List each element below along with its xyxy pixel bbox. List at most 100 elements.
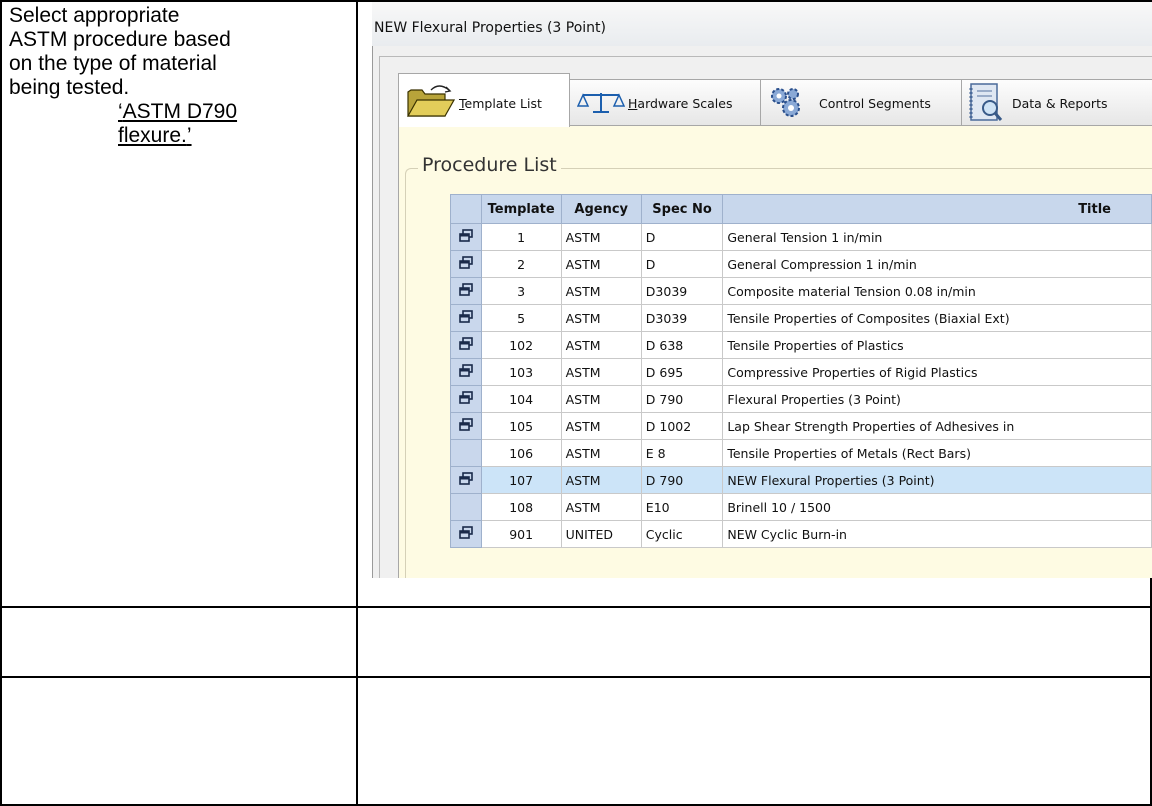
row-selector[interactable] — [450, 493, 482, 521]
table-row[interactable]: 105 ASTM D 1002 Lap Shear Strength Properti… — [450, 412, 1152, 440]
reference-line-1: ASTM D790 — [122, 100, 238, 123]
cell-title[interactable]: Tensile Properties of Plastics — [722, 331, 1152, 359]
table-row[interactable]: 106 ASTM E 8 Tensile Properties of Metals (… — [450, 439, 1152, 467]
cell-spec-no[interactable]: D 790 — [640, 466, 724, 494]
app-window: NEW Flexural Properties (3 Point) Templa… — [372, 2, 1152, 578]
cell-agency[interactable]: ASTM — [560, 412, 642, 440]
cell-spec-no[interactable]: D 695 — [640, 358, 724, 386]
cell-spec-no[interactable]: D3039 — [640, 277, 724, 305]
column-header-template[interactable]: Template — [480, 194, 562, 224]
row-selector[interactable] — [450, 277, 482, 305]
restore-window-icon — [459, 256, 473, 272]
cell-spec-no[interactable]: E 8 — [640, 439, 724, 467]
row-selector[interactable] — [450, 385, 482, 413]
cell-agency[interactable]: ASTM — [560, 358, 642, 386]
window-titlebar[interactable]: NEW Flexural Properties (3 Point) — [372, 2, 1152, 46]
cell-template[interactable]: 104 — [480, 385, 562, 413]
cell-agency[interactable]: ASTM — [560, 385, 642, 413]
row-selector[interactable] — [450, 439, 482, 467]
row-selector[interactable] — [450, 520, 482, 548]
cell-title[interactable]: NEW Flexural Properties (3 Point) — [722, 466, 1152, 494]
cell-spec-no[interactable]: D 790 — [640, 385, 724, 413]
cell-agency[interactable]: UNITED — [560, 520, 642, 548]
column-header-spec-no[interactable]: Spec No — [640, 194, 724, 224]
cell-template[interactable]: 3 — [480, 277, 562, 305]
cell-template[interactable]: 106 — [480, 439, 562, 467]
cell-spec-no[interactable]: D — [640, 223, 724, 251]
row-selector[interactable] — [450, 466, 482, 494]
cell-template[interactable]: 103 — [480, 358, 562, 386]
cell-title[interactable]: Compressive Properties of Rigid Plastics — [722, 358, 1152, 386]
table-row[interactable]: 104 ASTM D 790 Flexural Properties (3 Point… — [450, 385, 1152, 413]
row-selector[interactable] — [450, 223, 482, 251]
table-row[interactable]: 103 ASTM D 695 Compressive Properties of Ri… — [450, 358, 1152, 386]
table-row[interactable]: 3 ASTM D3039 Composite material Tension 0.0… — [450, 277, 1152, 305]
table-row[interactable]: 108 ASTM E10 Brinell 10 / 1500 — [450, 493, 1152, 521]
cell-spec-no[interactable]: D 1002 — [640, 412, 724, 440]
cell-title[interactable]: Tensile Properties of Composites (Biaxia… — [722, 304, 1152, 332]
cell-title[interactable]: Brinell 10 / 1500 — [722, 493, 1152, 521]
cell-spec-no[interactable]: Cyclic — [640, 520, 724, 548]
cell-spec-no[interactable]: D — [640, 250, 724, 278]
row-selector[interactable] — [450, 412, 482, 440]
cell-template[interactable]: 108 — [480, 493, 562, 521]
cell-title[interactable]: Lap Shear Strength Properties of Adhesiv… — [722, 412, 1152, 440]
row-selector[interactable] — [450, 250, 482, 278]
procedure-grid[interactable]: Template Agency Spec No Title 1 ASTM D Gene… — [450, 194, 1152, 578]
folder-icon — [405, 84, 456, 121]
cell-title[interactable]: Composite material Tension 0.08 in/min — [722, 277, 1152, 305]
cell-title[interactable]: General Tension 1 in/min — [722, 223, 1152, 251]
cell-agency[interactable]: ASTM — [560, 223, 642, 251]
close-quote: ’ — [186, 124, 192, 147]
table-border-left — [0, 0, 2, 806]
tab-data-reports[interactable]: Data & Reports — [961, 79, 1152, 126]
cell-title[interactable]: Tensile Properties of Metals (Rect Bars) — [722, 439, 1152, 467]
cell-agency[interactable]: ASTM — [560, 331, 642, 359]
table-row[interactable]: 901 UNITED Cyclic NEW Cyclic Burn-in — [450, 520, 1152, 548]
instruction-line: being tested. — [9, 76, 130, 99]
column-header-title[interactable]: Title — [722, 194, 1152, 224]
cell-template[interactable]: 5 — [480, 304, 562, 332]
cell-template[interactable]: 901 — [480, 520, 562, 548]
restore-window-icon — [459, 391, 473, 407]
cell-agency[interactable]: ASTM — [560, 439, 642, 467]
tab-control-segments[interactable]: Control Segments — [760, 79, 962, 126]
table-row[interactable]: 107 ASTM D 790 NEW Flexural Properties (3 P… — [450, 466, 1152, 494]
cell-title[interactable]: NEW Cyclic Burn-in — [722, 520, 1152, 548]
tab-hardware-scales[interactable]: Hardware Scales — [569, 79, 761, 126]
cell-title[interactable]: Flexural Properties (3 Point) — [722, 385, 1152, 413]
cell-template[interactable]: 105 — [480, 412, 562, 440]
row-selector-header — [450, 194, 482, 224]
cell-template[interactable]: 2 — [480, 250, 562, 278]
restore-window-icon — [459, 364, 473, 380]
cell-spec-no[interactable]: E10 — [640, 493, 724, 521]
cell-agency[interactable]: ASTM — [560, 466, 642, 494]
grid-header-row: Template Agency Spec No Title — [450, 194, 1152, 224]
cell-spec-no[interactable]: D 638 — [640, 331, 724, 359]
cell-template[interactable]: 102 — [480, 331, 562, 359]
cell-template[interactable]: 1 — [480, 223, 562, 251]
restore-window-icon — [459, 337, 473, 353]
gears-icon — [769, 86, 803, 121]
cell-title[interactable]: General Compression 1 in/min — [722, 250, 1152, 278]
cell-agency[interactable]: ASTM — [560, 277, 642, 305]
table-row-divider — [0, 676, 1152, 678]
row-selector[interactable] — [450, 331, 482, 359]
table-row[interactable]: 5 ASTM D3039 Tensile Properties of Composit… — [450, 304, 1152, 332]
cell-agency[interactable]: ASTM — [560, 493, 642, 521]
row-selector[interactable] — [450, 358, 482, 386]
column-header-agency[interactable]: Agency — [560, 194, 642, 224]
row-selector[interactable] — [450, 304, 482, 332]
table-column-divider — [356, 0, 358, 806]
instruction-line: on the type of material — [9, 52, 217, 75]
table-row[interactable]: 1 ASTM D General Tension 1 in/min — [450, 223, 1152, 251]
window-title: NEW Flexural Properties (3 Point) — [374, 20, 606, 36]
tab-template-list[interactable]: Template List — [398, 73, 570, 127]
tab-label: Hardware Scales — [628, 96, 733, 111]
cell-spec-no[interactable]: D3039 — [640, 304, 724, 332]
cell-agency[interactable]: ASTM — [560, 304, 642, 332]
table-row[interactable]: 102 ASTM D 638 Tensile Properties of Plasti… — [450, 331, 1152, 359]
cell-template[interactable]: 107 — [480, 466, 562, 494]
table-row[interactable]: 2 ASTM D General Compression 1 in/min — [450, 250, 1152, 278]
cell-agency[interactable]: ASTM — [560, 250, 642, 278]
